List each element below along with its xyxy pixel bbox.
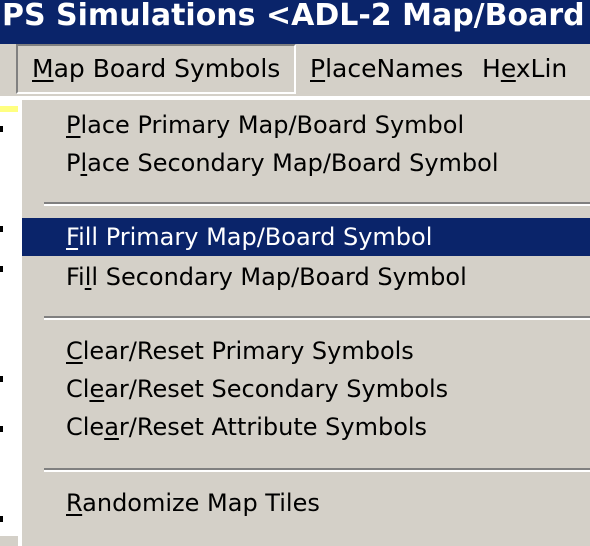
window-title: PS Simulations <ADL-2 Map/Board Ed: [2, 0, 590, 34]
background-mark: [0, 426, 3, 432]
menu-item-label: Place Primary Map/Board Symbol: [66, 111, 465, 139]
menu-item-randomize-map-tiles[interactable]: Randomize Map Tiles: [22, 484, 590, 522]
menu-placenames-label: PlaceNames: [310, 54, 464, 83]
background-mark: [0, 126, 3, 132]
menu-item-clear-reset-attribute-symbols[interactable]: Clear/Reset Attribute Symbols: [22, 408, 590, 446]
menu-item-fill-primary-map-board-symbol[interactable]: Fill Primary Map/Board Symbol: [22, 218, 590, 256]
menu-item-clear-reset-primary-symbols[interactable]: Clear/Reset Primary Symbols: [22, 332, 590, 370]
menu-separator: [44, 202, 590, 206]
menu-map-board-symbols-label: Map Board Symbols: [32, 54, 281, 83]
menu-item-label: Clear/Reset Secondary Symbols: [66, 375, 449, 403]
menu-placenames[interactable]: PlaceNames: [310, 44, 463, 94]
menu-bar: Map Board Symbols PlaceNames HexLin: [0, 44, 590, 96]
menu-item-label: Randomize Map Tiles: [66, 489, 320, 517]
menu-hexlines-label: HexLin: [482, 54, 568, 83]
menu-separator: [44, 468, 590, 472]
background-mark: [0, 266, 3, 272]
menu-item-label: Fill Primary Map/Board Symbol: [66, 223, 433, 251]
menu-item-label: Clear/Reset Primary Symbols: [66, 337, 414, 365]
background-highlight: [0, 106, 18, 112]
background-mark: [0, 516, 3, 522]
menu-item-fill-secondary-map-board-symbol[interactable]: Fill Secondary Map/Board Symbol: [22, 258, 590, 296]
menu-item-label: Clear/Reset Attribute Symbols: [66, 413, 428, 441]
background-mark: [0, 226, 3, 232]
background-window-edge: [0, 96, 18, 536]
menu-map-board-symbols[interactable]: Map Board Symbols: [16, 44, 296, 94]
menu-hexlines[interactable]: HexLin: [482, 44, 567, 94]
menu-item-clear-reset-secondary-symbols[interactable]: Clear/Reset Secondary Symbols: [22, 370, 590, 408]
menu-item-label: Fill Secondary Map/Board Symbol: [66, 263, 467, 291]
menu-item-label: Place Secondary Map/Board Symbol: [66, 149, 499, 177]
title-bar: PS Simulations <ADL-2 Map/Board Ed: [0, 0, 590, 44]
menu-item-place-primary-map-board-symbol[interactable]: Place Primary Map/Board Symbol: [22, 106, 590, 144]
menu-item-place-secondary-map-board-symbol[interactable]: Place Secondary Map/Board Symbol: [22, 144, 590, 182]
menu-separator: [44, 316, 590, 320]
map-board-symbols-dropdown: Place Primary Map/Board Symbol Place Seco…: [18, 96, 590, 546]
background-mark: [0, 376, 3, 382]
